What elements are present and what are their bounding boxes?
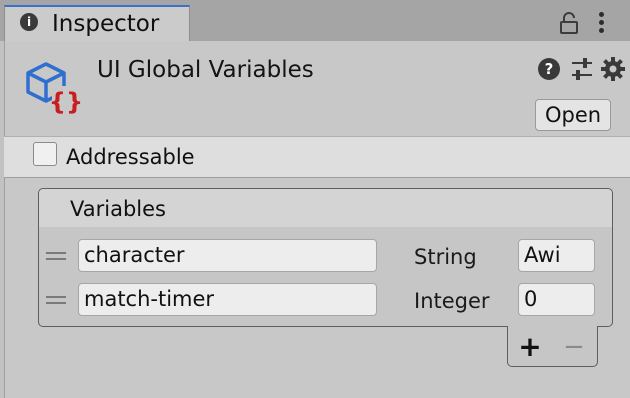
variable-value-field[interactable]: Awi	[518, 239, 595, 272]
remove-variable-button[interactable]: −	[560, 332, 588, 362]
add-variable-button[interactable]: +	[515, 332, 545, 362]
svg-text:{}: {}	[49, 88, 82, 116]
kebab-menu-icon[interactable]	[596, 11, 606, 35]
variables-header-label: Variables	[70, 197, 166, 221]
variable-value-field[interactable]: 0	[518, 283, 595, 316]
tab-title: Inspector	[52, 11, 160, 37]
asset-title: UI Global Variables	[97, 57, 314, 83]
addressable-label: Addressable	[66, 145, 195, 169]
lock-icon[interactable]	[558, 11, 580, 35]
global-variables-icon: {}	[22, 60, 83, 116]
variable-type-label: Integer	[414, 289, 490, 313]
drag-handle-icon[interactable]	[46, 296, 66, 304]
gear-icon[interactable]	[600, 56, 626, 82]
help-icon[interactable]: ?	[538, 58, 560, 80]
variable-name-field[interactable]: match-timer	[78, 283, 377, 316]
info-icon: i	[20, 13, 38, 31]
variable-name-field[interactable]: character	[78, 239, 377, 272]
open-button[interactable]: Open	[535, 99, 611, 131]
variable-type-label: String	[414, 245, 477, 269]
preset-sliders-icon[interactable]	[569, 56, 595, 82]
drag-handle-icon[interactable]	[46, 252, 66, 260]
addressable-checkbox[interactable]	[33, 142, 57, 166]
